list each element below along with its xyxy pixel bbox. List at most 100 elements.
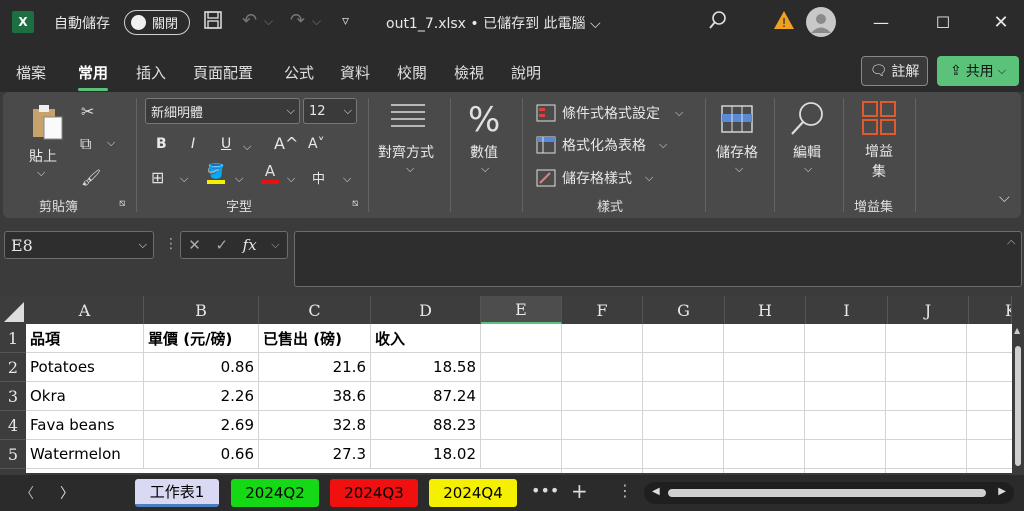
chevron-down-icon[interactable]: ⌵ (645, 171, 653, 185)
font-launcher-icon[interactable]: ⧅ (352, 198, 358, 209)
cell[interactable]: 0.66 (144, 440, 259, 469)
cell[interactable]: 0.86 (144, 353, 259, 382)
tab-review[interactable]: 校閱 (397, 62, 427, 83)
row-header[interactable]: 1 (0, 324, 26, 353)
tab-page-layout[interactable]: 頁面配置 (193, 62, 253, 83)
cancel-icon[interactable]: ✕ (188, 236, 201, 254)
clipboard-launcher-icon[interactable]: ⧅ (119, 198, 125, 209)
editing-dropdown-icon[interactable]: ⌵ (804, 162, 812, 176)
phonetic-dropdown-icon[interactable]: ⌵ (343, 172, 351, 186)
column-header-selected[interactable]: E (481, 296, 562, 324)
sheet-tab[interactable]: 2024Q3 (330, 479, 418, 507)
collapse-ribbon-icon[interactable]: ⌵ (999, 190, 1010, 206)
save-icon[interactable] (203, 10, 223, 35)
column-header[interactable]: H (725, 296, 806, 324)
cell-styles-label[interactable]: 儲存格樣式 (562, 168, 632, 188)
tab-formulas[interactable]: 公式 (284, 62, 314, 83)
redo-dropdown-icon[interactable]: ⌵ (312, 14, 321, 29)
column-header[interactable]: K (969, 296, 1012, 324)
close-icon[interactable]: ✕ (986, 8, 1016, 36)
column-header[interactable]: I (806, 296, 888, 324)
tab-insert[interactable]: 插入 (136, 62, 166, 83)
column-header[interactable]: G (643, 296, 725, 324)
maximize-icon[interactable]: ☐ (928, 8, 958, 36)
cell[interactable]: 27.3 (259, 440, 371, 469)
next-sheet-icon[interactable]: 〉 (60, 483, 74, 503)
fill-color-dropdown-icon[interactable]: ⌵ (235, 172, 243, 186)
cell[interactable]: 18.02 (371, 440, 481, 469)
column-header[interactable]: J (888, 296, 969, 324)
editing-label[interactable]: 編輯 (793, 142, 821, 162)
tab-view[interactable]: 檢視 (454, 62, 484, 83)
cell[interactable]: Fava beans (26, 411, 144, 440)
column-header[interactable]: B (144, 296, 259, 324)
collapse-formula-icon[interactable]: ⌵ (1007, 236, 1015, 250)
cell[interactable]: Potatoes (26, 353, 144, 382)
format-table-icon[interactable] (536, 136, 556, 154)
scroll-right-icon[interactable]: ▶ (998, 486, 1006, 497)
cell[interactable]: Watermelon (26, 440, 144, 469)
autosave-toggle[interactable]: 關閉 (124, 10, 190, 35)
horizontal-scrollbar[interactable]: ◀ ▶ (644, 482, 1014, 504)
paste-label[interactable]: 貼上 (29, 146, 57, 166)
fill-color-icon[interactable]: 🪣 (207, 164, 225, 184)
underline-dropdown-icon[interactable]: ⌵ (243, 140, 251, 154)
tab-home[interactable]: 常用 (78, 62, 109, 91)
cell[interactable]: 2.69 (144, 411, 259, 440)
borders-icon[interactable]: ⊞ (151, 168, 164, 187)
number-dropdown-icon[interactable]: ⌵ (481, 162, 489, 176)
editing-search-icon[interactable] (789, 100, 827, 136)
copy-icon[interactable]: ⧉ (80, 134, 91, 154)
scroll-thumb[interactable] (1015, 346, 1021, 466)
column-header[interactable]: F (562, 296, 643, 324)
font-color-icon[interactable]: A (261, 162, 279, 184)
cell[interactable]: 收入 (371, 324, 481, 353)
column-header[interactable]: C (259, 296, 371, 324)
vertical-scrollbar[interactable]: ▲ (1012, 324, 1024, 473)
cell-styles-icon[interactable] (536, 169, 556, 187)
cut-icon[interactable]: ✂ (81, 102, 94, 121)
cells-icon[interactable] (720, 100, 754, 134)
row-header[interactable]: 4 (0, 411, 26, 440)
conditional-format-icon[interactable] (536, 104, 556, 122)
paste-icon[interactable] (27, 102, 67, 142)
cell[interactable]: 21.6 (259, 353, 371, 382)
cell[interactable]: 品項 (26, 324, 144, 353)
cells-dropdown-icon[interactable]: ⌵ (735, 162, 743, 176)
cell[interactable]: Okra (26, 382, 144, 411)
borders-dropdown-icon[interactable]: ⌵ (180, 172, 188, 186)
redo-icon[interactable]: ↷ (290, 10, 305, 31)
warning-icon[interactable]: ! (773, 10, 795, 35)
addins-label[interactable]: 增益集 (863, 142, 895, 182)
formula-input[interactable]: ⌵ (294, 231, 1022, 287)
column-header[interactable]: D (371, 296, 481, 324)
copy-dropdown-icon[interactable]: ⌵ (107, 136, 115, 150)
cell[interactable]: 單價 (元/磅) (144, 324, 259, 353)
percent-icon[interactable]: % (468, 100, 500, 140)
chevron-down-icon[interactable]: ⌵ (675, 106, 683, 120)
add-sheet-icon[interactable]: + (571, 479, 588, 503)
more-sheets-icon[interactable]: ••• (531, 481, 559, 500)
addins-icon[interactable] (861, 100, 897, 136)
cell[interactable]: 38.6 (259, 382, 371, 411)
font-size-select[interactable]: 12 ⌵ (303, 98, 357, 124)
sheet-tab[interactable]: 2024Q4 (429, 479, 517, 507)
scroll-left-icon[interactable]: ◀ (652, 486, 660, 497)
format-table-label[interactable]: 格式化為表格 (562, 135, 646, 155)
underline-button[interactable]: U (221, 136, 231, 152)
shrink-font-button[interactable]: A˅ (308, 136, 325, 152)
name-box[interactable]: E8 ⌵ (4, 231, 154, 259)
scroll-up-icon[interactable]: ▲ (1014, 326, 1022, 340)
undo-icon[interactable]: ↶ (242, 10, 257, 31)
cell[interactable]: 2.26 (144, 382, 259, 411)
cell[interactable]: 18.58 (371, 353, 481, 382)
column-header[interactable]: A (26, 296, 144, 324)
tab-options-icon[interactable]: ⋮ (617, 481, 633, 500)
tab-file[interactable]: 檔案 (16, 62, 46, 83)
chevron-down-icon[interactable]: ⌵ (659, 138, 667, 152)
scroll-thumb[interactable] (668, 489, 986, 497)
undo-dropdown-icon[interactable]: ⌵ (264, 14, 273, 29)
sheet-tab-active[interactable]: 工作表1 (135, 479, 219, 507)
sheet-tab[interactable]: 2024Q2 (231, 479, 319, 507)
italic-button[interactable]: I (191, 136, 195, 152)
